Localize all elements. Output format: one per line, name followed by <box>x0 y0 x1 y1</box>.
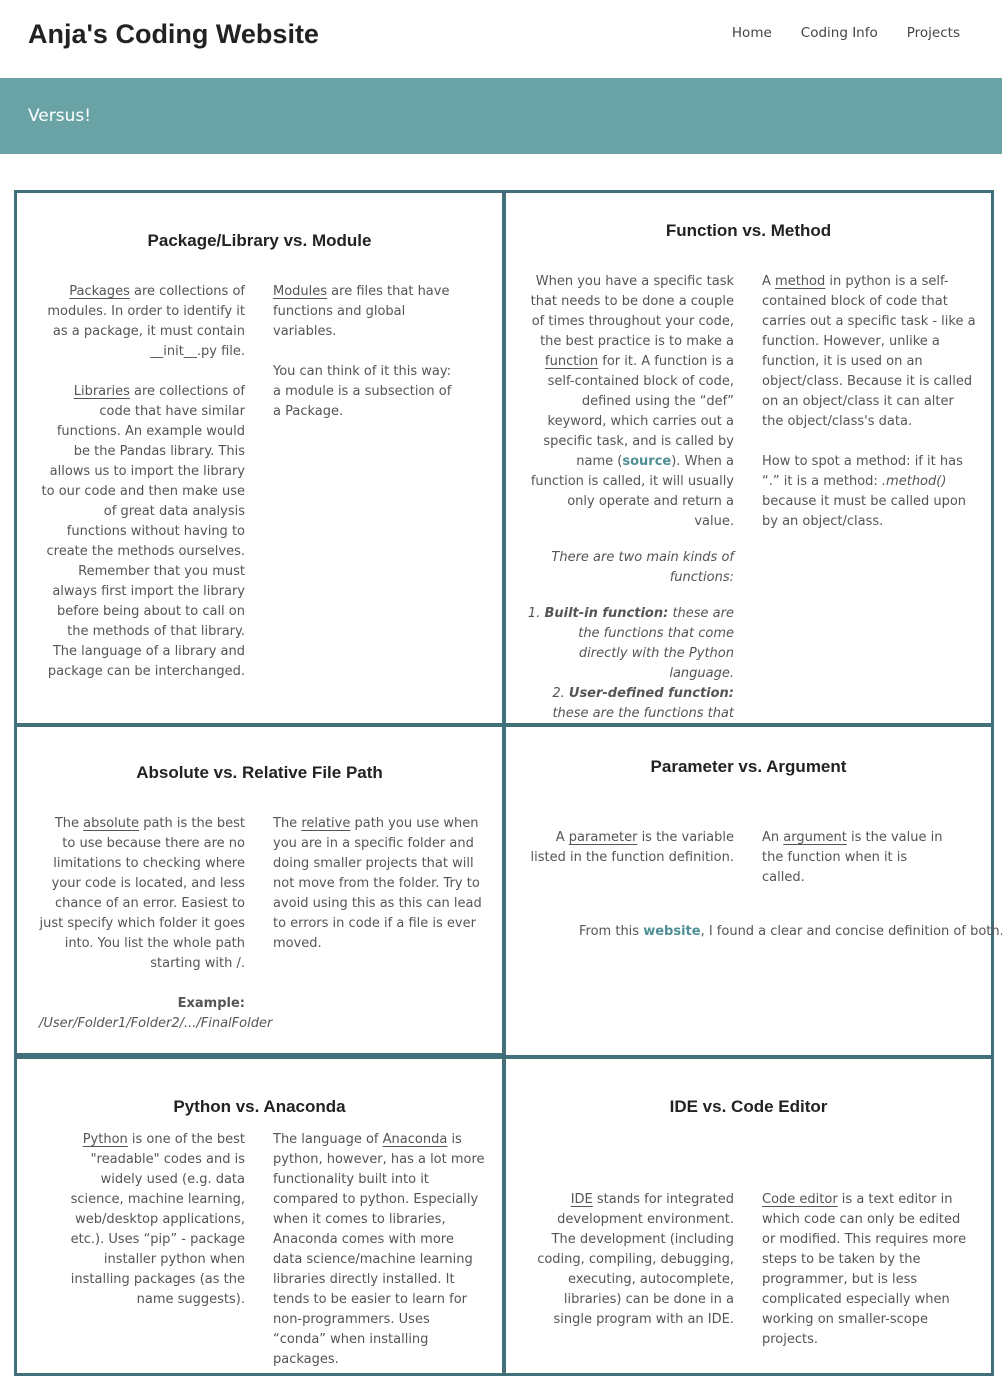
method-text: A method in python is a self-contained b… <box>762 272 976 432</box>
code-editor-text: Code editor is a text editor in which co… <box>762 1190 968 1350</box>
site-header: Anja's Coding Website Home Coding Info P… <box>0 0 1002 78</box>
parameter-desc-a: A <box>555 830 569 845</box>
python-term: Python <box>82 1132 128 1147</box>
card-left-column: Python is one of the best "readable" cod… <box>49 1130 245 1310</box>
banner-title: Versus! <box>28 106 92 126</box>
absolute-desc-a: The <box>54 816 84 831</box>
modules-term: Modules <box>273 284 328 299</box>
card-title: Package/Library vs. Module <box>147 231 372 250</box>
anaconda-term: Anaconda <box>382 1132 448 1147</box>
absolute-text: The absolute path is the best to use bec… <box>39 814 246 974</box>
anaconda-desc-b: is python, however, has a lot more funct… <box>273 1132 485 1367</box>
method-desc-a: A <box>762 274 776 289</box>
example-label: Example: <box>177 996 245 1011</box>
function-desc-a: When you have a specific task that needs… <box>530 274 734 349</box>
card-title: IDE vs. Code Editor <box>669 1097 828 1116</box>
python-desc: is one of the best "readable" codes and … <box>70 1132 245 1307</box>
function-term: function <box>545 354 599 369</box>
function-desc-b: for it. A function is a self-contained b… <box>543 354 734 469</box>
ide-term: IDE <box>570 1192 593 1207</box>
source-note: From this website, I found a clear and c… <box>579 922 1002 942</box>
packages-term: Packages <box>69 284 130 299</box>
card-parameter-vs-argument: Parameter vs. Argument A parameter is th… <box>503 724 1002 1058</box>
source-note-b: , I found a clear and concise definition… <box>700 924 1002 939</box>
example-path: /User/Folder1/Folder2/.../FinalFolder <box>39 1016 273 1031</box>
page-banner: Versus! <box>0 78 1002 154</box>
main-nav: Home Coding Info Projects <box>732 23 960 43</box>
nav-coding-info[interactable]: Coding Info <box>801 23 878 43</box>
absolute-term: absolute <box>83 816 140 831</box>
anaconda-text: The language of Anaconda is python, howe… <box>273 1130 485 1370</box>
site-title[interactable]: Anja's Coding Website <box>28 16 319 52</box>
code-editor-desc: is a text editor in which code can only … <box>762 1192 967 1347</box>
source-link[interactable]: source <box>622 454 671 469</box>
nav-home[interactable]: Home <box>732 23 772 43</box>
absolute-desc-b: path is the best to use because there ar… <box>39 816 246 971</box>
parameter-text: A parameter is the variable listed in th… <box>524 828 735 868</box>
function-text: When you have a specific task that needs… <box>526 272 734 532</box>
kind-num: 1. <box>527 606 545 621</box>
relative-desc-a: The <box>273 816 302 831</box>
card-right-column: The language of Anaconda is python, howe… <box>273 1130 485 1370</box>
relative-text: The relative path you use when you are i… <box>273 814 485 954</box>
argument-term: argument <box>783 830 847 845</box>
method-code: .method() <box>881 474 947 489</box>
card-absolute-vs-relative: Absolute vs. Relative File Path The abso… <box>14 724 505 1056</box>
method-spot-b: because it must be called upon by an obj… <box>762 494 967 529</box>
ide-desc: stands for integrated development enviro… <box>537 1192 734 1327</box>
modules-text: Modules are files that have functions an… <box>273 282 463 342</box>
method-spot-text: How to spot a method: if it has “.” it i… <box>762 452 976 532</box>
nav-projects[interactable]: Projects <box>907 23 960 43</box>
python-text: Python is one of the best "readable" cod… <box>49 1130 245 1310</box>
libraries-text: Libraries are collections of code that h… <box>41 382 245 682</box>
method-term: method <box>775 274 826 289</box>
website-link[interactable]: website <box>643 924 700 939</box>
kinds-intro: There are two main kinds of functions: <box>551 550 734 585</box>
card-right-column: An argument is the value in the function… <box>762 828 952 888</box>
card-ide-vs-code-editor: IDE vs. Code Editor IDE stands for integ… <box>503 1056 994 1376</box>
module-analogy: You can think of it this way: a module i… <box>273 364 452 419</box>
card-title: Function vs. Method <box>665 221 832 240</box>
card-left-column: The absolute path is the best to use bec… <box>39 814 272 1034</box>
parameter-term: parameter <box>568 830 638 845</box>
anaconda-desc-a: The language of <box>273 1132 383 1147</box>
source-note-a: From this <box>579 924 644 939</box>
card-python-vs-anaconda: Python vs. Anaconda Python is one of the… <box>14 1056 505 1376</box>
argument-text: An argument is the value in the function… <box>762 828 952 888</box>
packages-text: Packages are collections of modules. In … <box>41 282 245 362</box>
card-title: Python vs. Anaconda <box>173 1097 346 1116</box>
card-right-column: Modules are files that have functions an… <box>273 282 463 422</box>
card-package-vs-module: Package/Library vs. Module Packages are … <box>14 190 505 726</box>
card-left-column: Packages are collections of modules. In … <box>41 282 245 682</box>
ide-text: IDE stands for integrated development en… <box>536 1190 734 1330</box>
method-desc-b: in python is a self-contained block of c… <box>762 274 976 429</box>
code-editor-term: Code editor <box>762 1192 838 1207</box>
kind-num: 2. <box>552 686 569 701</box>
relative-desc-b: path you use when you are in a specific … <box>273 816 482 951</box>
libraries-term: Libraries <box>73 384 130 399</box>
kind-builtin: 1. Built-in function: these are the func… <box>526 604 734 684</box>
card-left-column: A parameter is the variable listed in th… <box>524 828 735 868</box>
relative-term: relative <box>301 816 351 831</box>
libraries-desc: are collections of code that have simila… <box>41 384 245 679</box>
card-right-column: The relative path you use when you are i… <box>273 814 485 954</box>
card-right-column: Code editor is a text editor in which co… <box>762 1190 968 1350</box>
card-right-column: A method in python is a self-contained b… <box>762 272 976 532</box>
card-left-column: When you have a specific task that needs… <box>526 272 734 764</box>
kind-title: User-defined function: <box>568 686 734 701</box>
card-title: Parameter vs. Argument <box>650 757 847 776</box>
card-function-vs-method: Function vs. Method When you have a spec… <box>503 190 994 761</box>
argument-desc-a: An <box>762 830 784 845</box>
kind-title: Built-in function: <box>544 606 669 621</box>
card-title: Absolute vs. Relative File Path <box>136 763 383 782</box>
card-left-column: IDE stands for integrated development en… <box>536 1190 734 1330</box>
